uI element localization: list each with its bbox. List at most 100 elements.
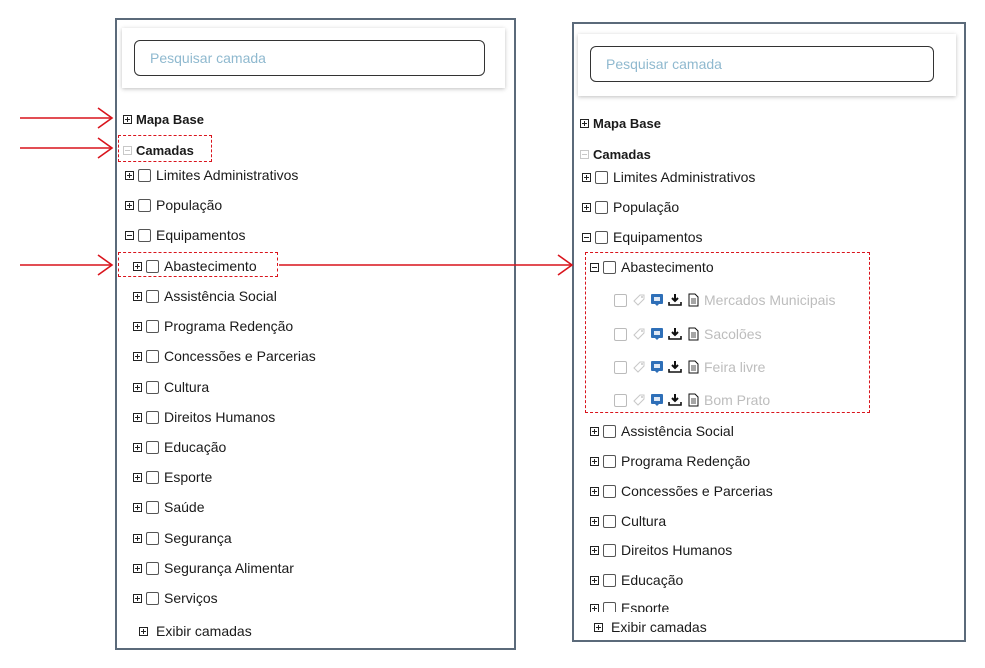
expand-icon[interactable] bbox=[580, 118, 589, 128]
expand-icon[interactable] bbox=[590, 516, 599, 526]
layer-checkbox[interactable] bbox=[146, 380, 159, 394]
expand-icon[interactable] bbox=[133, 321, 142, 331]
expand-icon[interactable] bbox=[125, 200, 134, 210]
expand-icon[interactable] bbox=[133, 412, 142, 422]
tree-label: Esporte bbox=[164, 469, 213, 485]
exibir-camadas-label: Exibir camadas bbox=[156, 623, 252, 639]
layer-checkbox[interactable] bbox=[146, 500, 159, 514]
expand-icon[interactable] bbox=[590, 575, 599, 585]
tree-item-equipamentos[interactable]: Equipamentos bbox=[582, 227, 703, 247]
layer-checkbox[interactable] bbox=[603, 573, 616, 587]
tree-item-concessoes[interactable]: Concessões e Parcerias bbox=[133, 346, 316, 366]
tree-label: Equipamentos bbox=[156, 227, 246, 243]
expand-icon[interactable] bbox=[133, 472, 142, 482]
tree-item-concessoes[interactable]: Concessões e Parcerias bbox=[590, 481, 773, 501]
tree-item-equipamentos[interactable]: Equipamentos bbox=[125, 225, 246, 245]
tree-label: População bbox=[613, 199, 680, 215]
layer-checkbox[interactable] bbox=[146, 531, 159, 545]
layer-checkbox[interactable] bbox=[146, 289, 159, 303]
layer-checkbox[interactable] bbox=[603, 424, 616, 438]
layer-checkbox[interactable] bbox=[603, 514, 616, 528]
tree-label: Direitos Humanos bbox=[621, 542, 733, 558]
layer-checkbox[interactable] bbox=[146, 410, 159, 424]
layer-checkbox[interactable] bbox=[146, 470, 159, 484]
tree-item-populacao[interactable]: População bbox=[582, 197, 679, 217]
tree-item-populacao[interactable]: População bbox=[125, 195, 222, 215]
tree-item-saude[interactable]: Saúde bbox=[133, 497, 204, 517]
expand-icon[interactable] bbox=[139, 626, 148, 636]
tree-item-direitos[interactable]: Direitos Humanos bbox=[133, 407, 275, 427]
search-input[interactable] bbox=[134, 40, 485, 76]
layer-checkbox[interactable] bbox=[595, 200, 608, 214]
tree-item-limites[interactable]: Limites Administrativos bbox=[582, 167, 755, 187]
tree-item-assistencia[interactable]: Assistência Social bbox=[590, 421, 734, 441]
expand-icon[interactable] bbox=[582, 202, 591, 212]
tree-item-limites[interactable]: Limites Administrativos bbox=[125, 165, 298, 185]
tree-item-seguranca[interactable]: Segurança bbox=[133, 528, 232, 548]
tree-item-educacao[interactable]: Educação bbox=[590, 570, 683, 590]
expand-icon[interactable] bbox=[590, 486, 599, 496]
collapse-icon[interactable] bbox=[125, 230, 134, 240]
layer-checkbox[interactable] bbox=[603, 543, 616, 557]
tree-item-assistencia[interactable]: Assistência Social bbox=[133, 286, 277, 306]
tree-label: Concessões e Parcerias bbox=[164, 348, 316, 364]
expand-icon[interactable] bbox=[594, 622, 603, 632]
expand-icon[interactable] bbox=[582, 172, 591, 182]
tree-item-redencao[interactable]: Programa Redenção bbox=[133, 316, 293, 336]
search-input[interactable] bbox=[590, 46, 934, 82]
tree-label: Assistência Social bbox=[621, 423, 734, 439]
exibir-camadas-button[interactable]: Exibir camadas bbox=[139, 621, 252, 641]
expand-icon[interactable] bbox=[133, 593, 142, 603]
tree-label: População bbox=[156, 197, 223, 213]
tree-item-educacao[interactable]: Educação bbox=[133, 437, 226, 457]
layer-checkbox[interactable] bbox=[595, 170, 608, 184]
expand-icon[interactable] bbox=[123, 114, 132, 124]
tree-item-esporte[interactable]: Esporte bbox=[133, 467, 212, 487]
layer-checkbox[interactable] bbox=[138, 168, 151, 182]
layer-checkbox[interactable] bbox=[603, 454, 616, 468]
expand-icon[interactable] bbox=[133, 442, 142, 452]
expand-icon[interactable] bbox=[133, 533, 142, 543]
layer-checkbox[interactable] bbox=[146, 319, 159, 333]
exibir-camadas-label: Exibir camadas bbox=[611, 619, 707, 635]
expand-icon[interactable] bbox=[590, 456, 599, 466]
tree-item-redencao[interactable]: Programa Redenção bbox=[590, 451, 750, 471]
layer-checkbox[interactable] bbox=[138, 228, 151, 242]
expand-icon[interactable] bbox=[133, 291, 142, 301]
exibir-camadas-button[interactable]: Exibir camadas bbox=[574, 612, 964, 640]
tree-label: Segurança bbox=[164, 530, 232, 546]
highlight-box-camadas bbox=[118, 135, 212, 162]
tree-label: Serviços bbox=[164, 590, 218, 606]
tree-item-cultura[interactable]: Cultura bbox=[590, 511, 666, 531]
layer-checkbox[interactable] bbox=[146, 561, 159, 575]
tree-label: Programa Redenção bbox=[621, 453, 751, 469]
tree-label: Mapa Base bbox=[593, 115, 661, 131]
tree-label: Limites Administrativos bbox=[613, 169, 756, 185]
layer-checkbox[interactable] bbox=[146, 349, 159, 363]
tree-item-direitos[interactable]: Direitos Humanos bbox=[590, 540, 732, 560]
collapse-icon[interactable] bbox=[582, 232, 591, 242]
expand-icon[interactable] bbox=[133, 351, 142, 361]
tree-item-camadas[interactable]: Camadas bbox=[580, 144, 651, 164]
layer-checkbox[interactable] bbox=[595, 230, 608, 244]
layer-checkbox[interactable] bbox=[603, 484, 616, 498]
expand-icon[interactable] bbox=[125, 170, 134, 180]
tree-label: Direitos Humanos bbox=[164, 409, 276, 425]
tree-label: Educação bbox=[621, 572, 684, 588]
highlight-box-abastecimento-expanded bbox=[585, 252, 870, 413]
tree-item-cultura[interactable]: Cultura bbox=[133, 377, 209, 397]
collapse-icon[interactable] bbox=[580, 149, 589, 159]
tree-item-mapa-base[interactable]: Mapa Base bbox=[580, 113, 661, 133]
expand-icon[interactable] bbox=[590, 426, 599, 436]
layer-checkbox[interactable] bbox=[146, 440, 159, 454]
tree-item-servicos[interactable]: Serviços bbox=[133, 588, 218, 608]
tree-item-mapa-base[interactable]: Mapa Base bbox=[123, 109, 204, 129]
expand-icon[interactable] bbox=[133, 382, 142, 392]
tree-item-seg-alimentar[interactable]: Segurança Alimentar bbox=[133, 558, 294, 578]
expand-icon[interactable] bbox=[133, 563, 142, 573]
layer-checkbox[interactable] bbox=[138, 198, 151, 212]
expand-icon[interactable] bbox=[133, 502, 142, 512]
tree-label: Saúde bbox=[164, 499, 205, 515]
layer-checkbox[interactable] bbox=[146, 591, 159, 605]
expand-icon[interactable] bbox=[590, 545, 599, 555]
